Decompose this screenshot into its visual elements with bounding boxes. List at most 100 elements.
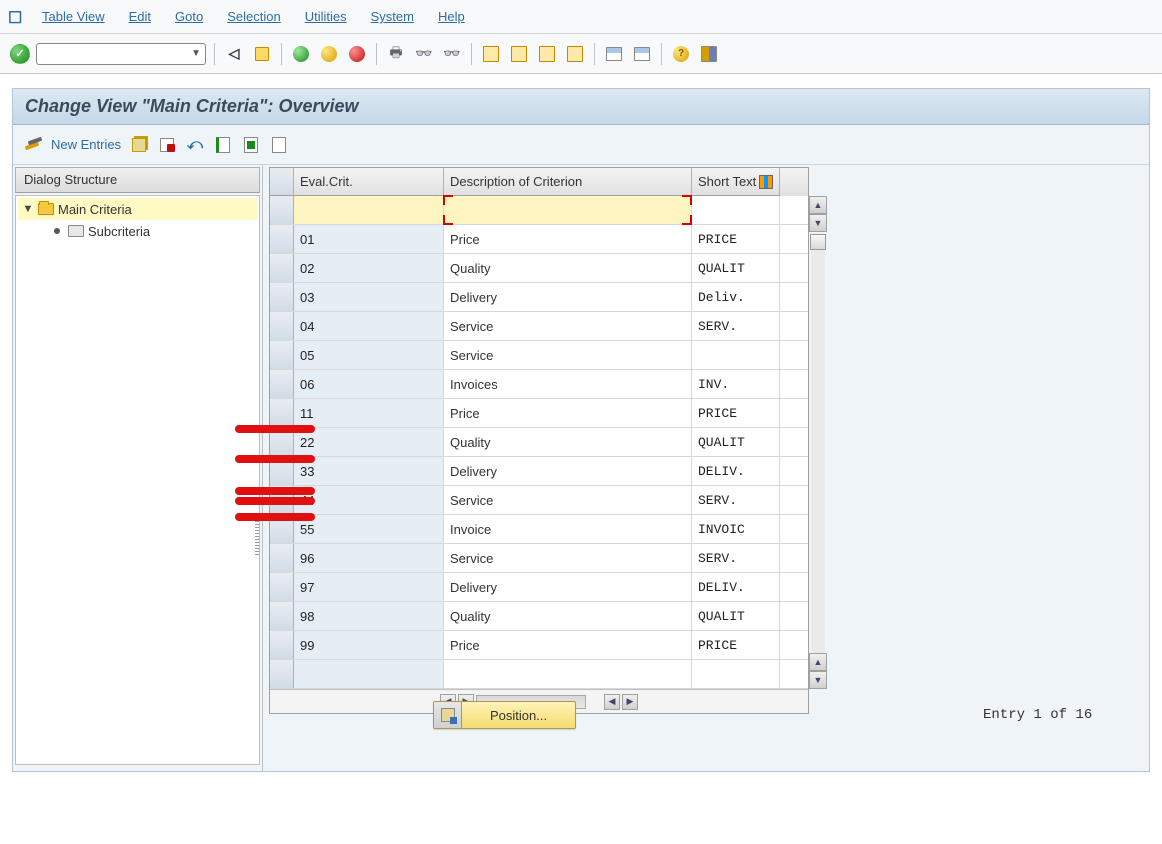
cancel-button[interactable] bbox=[346, 43, 368, 65]
description-cell[interactable]: Quality bbox=[444, 428, 692, 456]
shorttext-cell[interactable]: INVOIC bbox=[692, 515, 780, 543]
table-row[interactable]: 04ServiceSERV. bbox=[270, 312, 808, 341]
evalcrit-cell[interactable]: 04 bbox=[294, 312, 444, 340]
enter-button[interactable]: ✓ bbox=[10, 44, 30, 64]
select-all-icon[interactable] bbox=[213, 135, 233, 155]
deselect-all-icon[interactable] bbox=[269, 135, 289, 155]
evalcrit-cell[interactable]: 97 bbox=[294, 573, 444, 601]
table-row[interactable]: 44ServiceSERV. bbox=[270, 486, 808, 515]
change-icon[interactable] bbox=[23, 136, 43, 154]
table-row[interactable]: 96ServiceSERV. bbox=[270, 544, 808, 573]
table-row[interactable]: 98QualityQUALIT bbox=[270, 602, 808, 631]
row-selector[interactable] bbox=[270, 631, 294, 659]
description-cell[interactable]: Price bbox=[444, 225, 692, 253]
create-session-icon[interactable] bbox=[603, 43, 625, 65]
evalcrit-cell[interactable]: 99 bbox=[294, 631, 444, 659]
description-cell[interactable]: Delivery bbox=[444, 573, 692, 601]
row-selector[interactable] bbox=[270, 225, 294, 253]
prev-page-icon[interactable] bbox=[508, 43, 530, 65]
exit-button[interactable] bbox=[318, 43, 340, 65]
row-selector[interactable] bbox=[270, 544, 294, 572]
row-selector[interactable] bbox=[270, 283, 294, 311]
table-row[interactable]: 55InvoiceINVOIC bbox=[270, 515, 808, 544]
evalcrit-cell[interactable]: 55 bbox=[294, 515, 444, 543]
column-config-icon[interactable] bbox=[759, 175, 773, 189]
shorttext-cell[interactable]: SERV. bbox=[692, 486, 780, 514]
description-cell[interactable]: Quality bbox=[444, 602, 692, 630]
delete-icon[interactable] bbox=[157, 135, 177, 155]
description-cell[interactable]: Service bbox=[444, 341, 692, 369]
row-selector[interactable] bbox=[270, 254, 294, 282]
row-selector[interactable] bbox=[270, 196, 294, 224]
tree-node-main-criteria[interactable]: ▼ Main Criteria bbox=[18, 198, 257, 220]
shorttext-cell[interactable]: SERV. bbox=[692, 312, 780, 340]
shorttext-cell[interactable]: Deliv. bbox=[692, 283, 780, 311]
menu-edit[interactable]: Edit bbox=[121, 5, 159, 28]
description-cell[interactable] bbox=[444, 196, 692, 224]
back-icon[interactable]: ◁ bbox=[223, 43, 245, 65]
find-icon[interactable]: 👓 bbox=[413, 43, 435, 65]
last-page-icon[interactable] bbox=[564, 43, 586, 65]
tree-node-subcriteria[interactable]: Subcriteria bbox=[18, 220, 257, 242]
splitter-grip[interactable] bbox=[255, 515, 259, 555]
select-block-icon[interactable] bbox=[241, 135, 261, 155]
scroll-up-button[interactable]: ▲ bbox=[809, 653, 827, 671]
undo-icon[interactable]: ⤺ bbox=[185, 135, 205, 155]
shorttext-cell[interactable]: PRICE bbox=[692, 399, 780, 427]
menu-table-view[interactable]: Table View bbox=[34, 5, 113, 28]
first-page-icon[interactable] bbox=[480, 43, 502, 65]
evalcrit-cell[interactable]: 11 bbox=[294, 399, 444, 427]
menu-goto[interactable]: Goto bbox=[167, 5, 211, 28]
description-cell[interactable]: Service bbox=[444, 544, 692, 572]
shorttext-cell[interactable]: QUALIT bbox=[692, 428, 780, 456]
evalcrit-cell[interactable]: 03 bbox=[294, 283, 444, 311]
scroll-down-button[interactable]: ▼ bbox=[809, 671, 827, 689]
shorttext-cell[interactable]: PRICE bbox=[692, 225, 780, 253]
select-column-header[interactable] bbox=[270, 168, 294, 196]
evalcrit-cell[interactable] bbox=[294, 196, 444, 224]
description-cell[interactable]: Delivery bbox=[444, 283, 692, 311]
tree-toggle-icon[interactable]: ▼ bbox=[22, 203, 34, 215]
row-selector[interactable] bbox=[270, 399, 294, 427]
table-row[interactable] bbox=[270, 660, 808, 689]
copy-as-icon[interactable] bbox=[129, 135, 149, 155]
menu-selection[interactable]: Selection bbox=[219, 5, 288, 28]
evalcrit-cell[interactable]: 98 bbox=[294, 602, 444, 630]
row-selector[interactable] bbox=[270, 602, 294, 630]
dropdown-icon[interactable]: ▼ bbox=[191, 48, 201, 59]
help-icon[interactable]: ? bbox=[670, 43, 692, 65]
table-row[interactable] bbox=[270, 196, 808, 225]
scroll-up-button[interactable]: ▲ bbox=[809, 196, 827, 214]
table-row[interactable]: 99PricePRICE bbox=[270, 631, 808, 660]
evalcrit-cell[interactable]: 06 bbox=[294, 370, 444, 398]
row-selector[interactable] bbox=[270, 660, 294, 688]
evalcrit-cell[interactable]: 01 bbox=[294, 225, 444, 253]
description-cell[interactable]: Quality bbox=[444, 254, 692, 282]
table-row[interactable]: 33DeliveryDELIV. bbox=[270, 457, 808, 486]
shorttext-cell[interactable]: SERV. bbox=[692, 544, 780, 572]
menu-system[interactable]: System bbox=[363, 5, 422, 28]
description-cell[interactable]: Delivery bbox=[444, 457, 692, 485]
save-icon[interactable] bbox=[251, 43, 273, 65]
menu-help[interactable]: Help bbox=[430, 5, 473, 28]
description-cell[interactable]: Invoice bbox=[444, 515, 692, 543]
scroll-down-button[interactable]: ▼ bbox=[809, 214, 827, 232]
shorttext-cell[interactable]: DELIV. bbox=[692, 573, 780, 601]
evalcrit-cell[interactable]: 96 bbox=[294, 544, 444, 572]
evalcrit-column-header[interactable]: Eval.Crit. bbox=[294, 168, 444, 196]
description-cell[interactable]: Service bbox=[444, 486, 692, 514]
evalcrit-cell[interactable]: 05 bbox=[294, 341, 444, 369]
table-row[interactable]: 11PricePRICE bbox=[270, 399, 808, 428]
vertical-scrollbar[interactable]: ▲ ▼ ▲ ▼ bbox=[808, 196, 828, 689]
evalcrit-cell[interactable]: 22 bbox=[294, 428, 444, 456]
back-button[interactable] bbox=[290, 43, 312, 65]
description-cell[interactable]: Invoices bbox=[444, 370, 692, 398]
table-row[interactable]: 06InvoicesINV. bbox=[270, 370, 808, 399]
table-row[interactable]: 22QualityQUALIT bbox=[270, 428, 808, 457]
table-row[interactable]: 03DeliveryDeliv. bbox=[270, 283, 808, 312]
description-cell[interactable]: Price bbox=[444, 631, 692, 659]
row-selector[interactable] bbox=[270, 370, 294, 398]
shorttext-cell[interactable]: DELIV. bbox=[692, 457, 780, 485]
evalcrit-cell[interactable]: 33 bbox=[294, 457, 444, 485]
evalcrit-cell[interactable]: 02 bbox=[294, 254, 444, 282]
